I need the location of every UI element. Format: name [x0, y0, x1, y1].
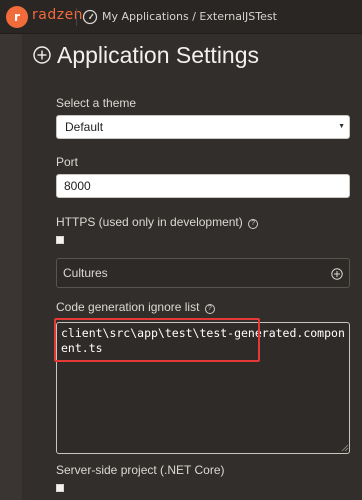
https-checkbox[interactable] [56, 236, 64, 244]
help-icon[interactable]: ? [248, 219, 259, 229]
dashboard-gauge-icon[interactable] [82, 9, 98, 25]
cultures-label: Cultures [63, 266, 108, 280]
breadcrumb-separator: / [192, 10, 196, 23]
add-culture-icon[interactable] [331, 268, 343, 280]
server-side-checkbox[interactable] [56, 484, 64, 492]
header-divider [76, 8, 77, 26]
theme-select-value: Default [65, 120, 104, 134]
https-label: HTTPS (used only in development) ? [56, 215, 259, 229]
theme-label: Select a theme [56, 96, 137, 110]
breadcrumb-current-app: ExternalJSTest [199, 10, 277, 23]
codegen-label: Code generation ignore list ? [56, 300, 215, 314]
top-bar: r radzen My Applications / ExternalJSTes… [0, 0, 362, 34]
plus-circle-icon [33, 46, 51, 64]
codegen-label-text: Code generation ignore list [56, 300, 200, 314]
cultures-panel: Cultures [56, 258, 350, 288]
https-label-text: HTTPS (used only in development) [56, 215, 243, 229]
help-icon[interactable]: ? [204, 304, 215, 314]
server-side-label: Server-side project (.NET Core) [56, 463, 225, 477]
radzen-logo-icon[interactable]: r [6, 6, 28, 28]
port-label: Port [56, 155, 79, 169]
port-input[interactable]: 8000 [56, 174, 350, 198]
page-title: Application Settings [57, 42, 260, 68]
codegen-ignore-textarea[interactable]: client\src\app\test\test-generated.compo… [56, 322, 350, 454]
resize-grip-icon[interactable] [341, 444, 349, 452]
theme-select[interactable]: Default ▼ [56, 115, 350, 139]
breadcrumb-my-applications[interactable]: My Applications [102, 10, 189, 23]
chevron-down-icon: ▼ [338, 123, 345, 130]
breadcrumb: My Applications / ExternalJSTest [102, 10, 277, 23]
